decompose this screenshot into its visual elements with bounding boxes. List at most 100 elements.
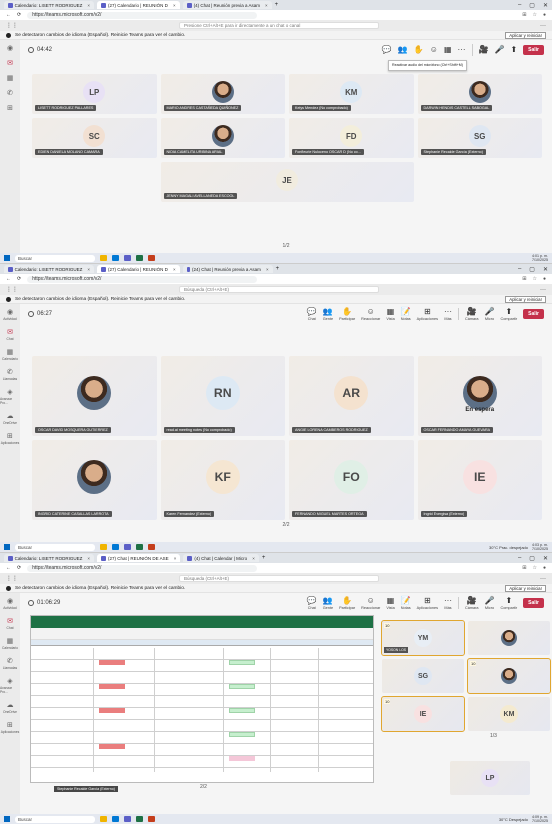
close-icon[interactable]: ×: [173, 3, 176, 8]
meeting-control-button[interactable]: 📝 Notas: [401, 596, 411, 610]
participant-tile[interactable]: FD Fonfleurie Nuloceno OSCAR D (No co...: [289, 118, 414, 158]
powerpoint-icon[interactable]: [148, 816, 155, 822]
participant-tile[interactable]: En espera OSCAR FERNANDO AMAYA GUEVARA: [417, 356, 542, 436]
meeting-control-button[interactable]: ⬆ Compartir: [500, 307, 517, 321]
profile-icon[interactable]: ●: [543, 565, 546, 571]
edge-icon[interactable]: [112, 816, 119, 822]
meeting-control-button[interactable]: 🎤 Micro: [485, 307, 495, 321]
excel-icon[interactable]: [136, 544, 143, 550]
favorites-icon[interactable]: ☆: [532, 276, 536, 282]
participant-tile[interactable]: DARWIN HENDIS CASTELL SABOGAL: [417, 74, 542, 114]
minimize-icon[interactable]: –: [518, 555, 521, 562]
meeting-control-button[interactable]: ✋ Participar: [339, 307, 355, 321]
reload-icon[interactable]: ⟳: [17, 276, 21, 282]
close-window-icon[interactable]: ✕: [543, 555, 548, 562]
new-tab-icon[interactable]: +: [262, 555, 266, 561]
browser-tab[interactable]: Calendario: LISETT RODRIGUEZ ×: [4, 265, 94, 273]
rail-item[interactable]: ✆ Llamadas: [3, 368, 17, 381]
app-grid-icon[interactable]: ⋮⋮: [6, 575, 18, 582]
meeting-control-button[interactable]: ▦ Vista: [386, 596, 394, 610]
apply-restart-button[interactable]: Aplicar y reiniciar: [505, 31, 546, 39]
extensions-icon[interactable]: ⊞: [522, 276, 526, 282]
back-icon[interactable]: ←: [6, 276, 11, 282]
url-field[interactable]: https://teams.microsoft.com/v2/: [27, 275, 258, 283]
more-icon[interactable]: ···: [540, 23, 546, 29]
meeting-control-button[interactable]: 📝 Notas: [401, 307, 411, 321]
app-grid-icon[interactable]: ⋮⋮: [6, 22, 18, 29]
search-input[interactable]: Búsqueda (Ctrl+Alt+E): [179, 286, 379, 293]
start-icon[interactable]: [4, 544, 10, 550]
maximize-icon[interactable]: ▢: [529, 266, 535, 273]
rail-item-activity[interactable]: ◉: [7, 44, 13, 52]
rail-item-calls[interactable]: ✆: [7, 89, 13, 97]
close-icon[interactable]: ×: [173, 267, 176, 272]
participant-tile[interactable]: IE Ingrid Evergisa (Externo): [417, 440, 542, 520]
search-input[interactable]: Presione Ctrl+Alt+E para ir directamente…: [179, 22, 379, 29]
rail-item[interactable]: ▦ Calendario: [2, 637, 18, 650]
browser-tab[interactable]: Calendario: LISETT RODRIGUEZ ×: [4, 1, 94, 9]
participant-tile[interactable]: INGRID CATERINE CASALLAS LARROTA: [32, 440, 157, 520]
chat-button[interactable]: 💬: [382, 46, 392, 54]
react-button[interactable]: ☺: [430, 46, 438, 54]
people-button[interactable]: 👥: [398, 46, 408, 54]
rail-item[interactable]: ▦ Calendario: [2, 348, 18, 361]
participant-tile[interactable]: KF Karen Fernandez (Externo): [160, 440, 285, 520]
meeting-control-button[interactable]: 💬 Chat: [307, 596, 317, 610]
shared-spreadsheet[interactable]: [30, 615, 374, 783]
participant-tile[interactable]: KM Kelys Mendez (No comprobado): [289, 74, 414, 114]
weather-status[interactable]: 30°C Prac. despejado: [489, 545, 528, 550]
leave-button[interactable]: Salir: [523, 45, 544, 55]
explorer-icon[interactable]: [100, 816, 107, 822]
participant-tile[interactable]: OSCAR DAVID MOSQUERA GUTIERREZ: [32, 356, 157, 436]
gallery-tile[interactable]: SG: [382, 659, 464, 693]
participant-tile[interactable]: AR ANGIE LORENA CAMBEROS RODRIGUEZ: [289, 356, 414, 436]
more-button[interactable]: ···: [458, 46, 466, 54]
search-input[interactable]: Búsqueda (Ctrl+Alt+E): [179, 575, 379, 582]
meeting-control-button[interactable]: ··· Más: [444, 596, 452, 610]
gallery-tile[interactable]: [468, 621, 550, 655]
meeting-control-button[interactable]: ☺ Reaccionar: [361, 596, 380, 610]
weather-status[interactable]: 30°C Despejado: [499, 817, 528, 822]
rail-item[interactable]: ◉ Actividad: [3, 308, 16, 321]
excel-icon[interactable]: [136, 255, 143, 261]
meeting-control-button[interactable]: ⊞ Aplicaciones: [417, 307, 438, 321]
meeting-control-button[interactable]: 🎤 Micro: [485, 596, 495, 610]
close-icon[interactable]: ×: [252, 556, 255, 561]
excel-icon[interactable]: [136, 816, 143, 822]
close-icon[interactable]: ×: [265, 3, 268, 8]
participant-tile[interactable]: LP LISETT RODRIGUEZ PALLARES: [32, 74, 157, 114]
gallery-tile[interactable]: KM: [468, 697, 550, 731]
view-button[interactable]: ▦: [444, 46, 452, 54]
raise-hand-button[interactable]: ✋: [414, 46, 424, 54]
maximize-icon[interactable]: ▢: [529, 555, 535, 562]
browser-tab[interactable]: Calendario: LISETT RODRIGUEZ ×: [4, 554, 94, 562]
share-button[interactable]: ⬆: [510, 46, 517, 54]
gallery-tile[interactable]: 10 YM YOSON LOS: [381, 620, 465, 656]
rail-item[interactable]: ◈ Avanzar Pro...: [0, 388, 20, 405]
page-indicator[interactable]: 2/2: [283, 522, 290, 528]
app-grid-icon[interactable]: ⋮⋮: [6, 286, 18, 293]
minimize-icon[interactable]: –: [518, 2, 521, 9]
explorer-icon[interactable]: [100, 544, 107, 550]
taskbar-search[interactable]: Buscar: [15, 543, 95, 551]
profile-icon[interactable]: ●: [543, 276, 546, 282]
rail-item[interactable]: ◈ Avanzar Pro...: [0, 677, 20, 694]
participant-tile[interactable]: RN read.ai meeting notes (No comprobado): [160, 356, 285, 436]
favorites-icon[interactable]: ☆: [532, 565, 536, 571]
url-field[interactable]: https://teams.microsoft.com/v2/: [27, 564, 258, 572]
rail-item[interactable]: ☁ OneDrive: [3, 701, 17, 714]
close-icon[interactable]: ×: [87, 556, 90, 561]
rail-item-calendar[interactable]: ▦: [7, 74, 14, 82]
edge-icon[interactable]: [112, 544, 119, 550]
browser-tab[interactable]: (27) Chat | REUNIÓN DE ASE ×: [97, 554, 181, 562]
browser-tab[interactable]: (24) Chat | Reunión previa a Asam ×: [182, 265, 273, 273]
powerpoint-icon[interactable]: [148, 255, 155, 261]
apply-restart-button[interactable]: Aplicar y reiniciar: [505, 295, 546, 303]
meeting-control-button[interactable]: ··· Más: [444, 307, 452, 321]
more-icon[interactable]: ···: [540, 576, 546, 582]
page-indicator[interactable]: 2/2: [200, 784, 207, 790]
leave-button[interactable]: Salir: [523, 598, 544, 608]
start-icon[interactable]: [4, 816, 10, 822]
start-icon[interactable]: [4, 255, 10, 261]
teams-app-icon[interactable]: [124, 816, 131, 822]
